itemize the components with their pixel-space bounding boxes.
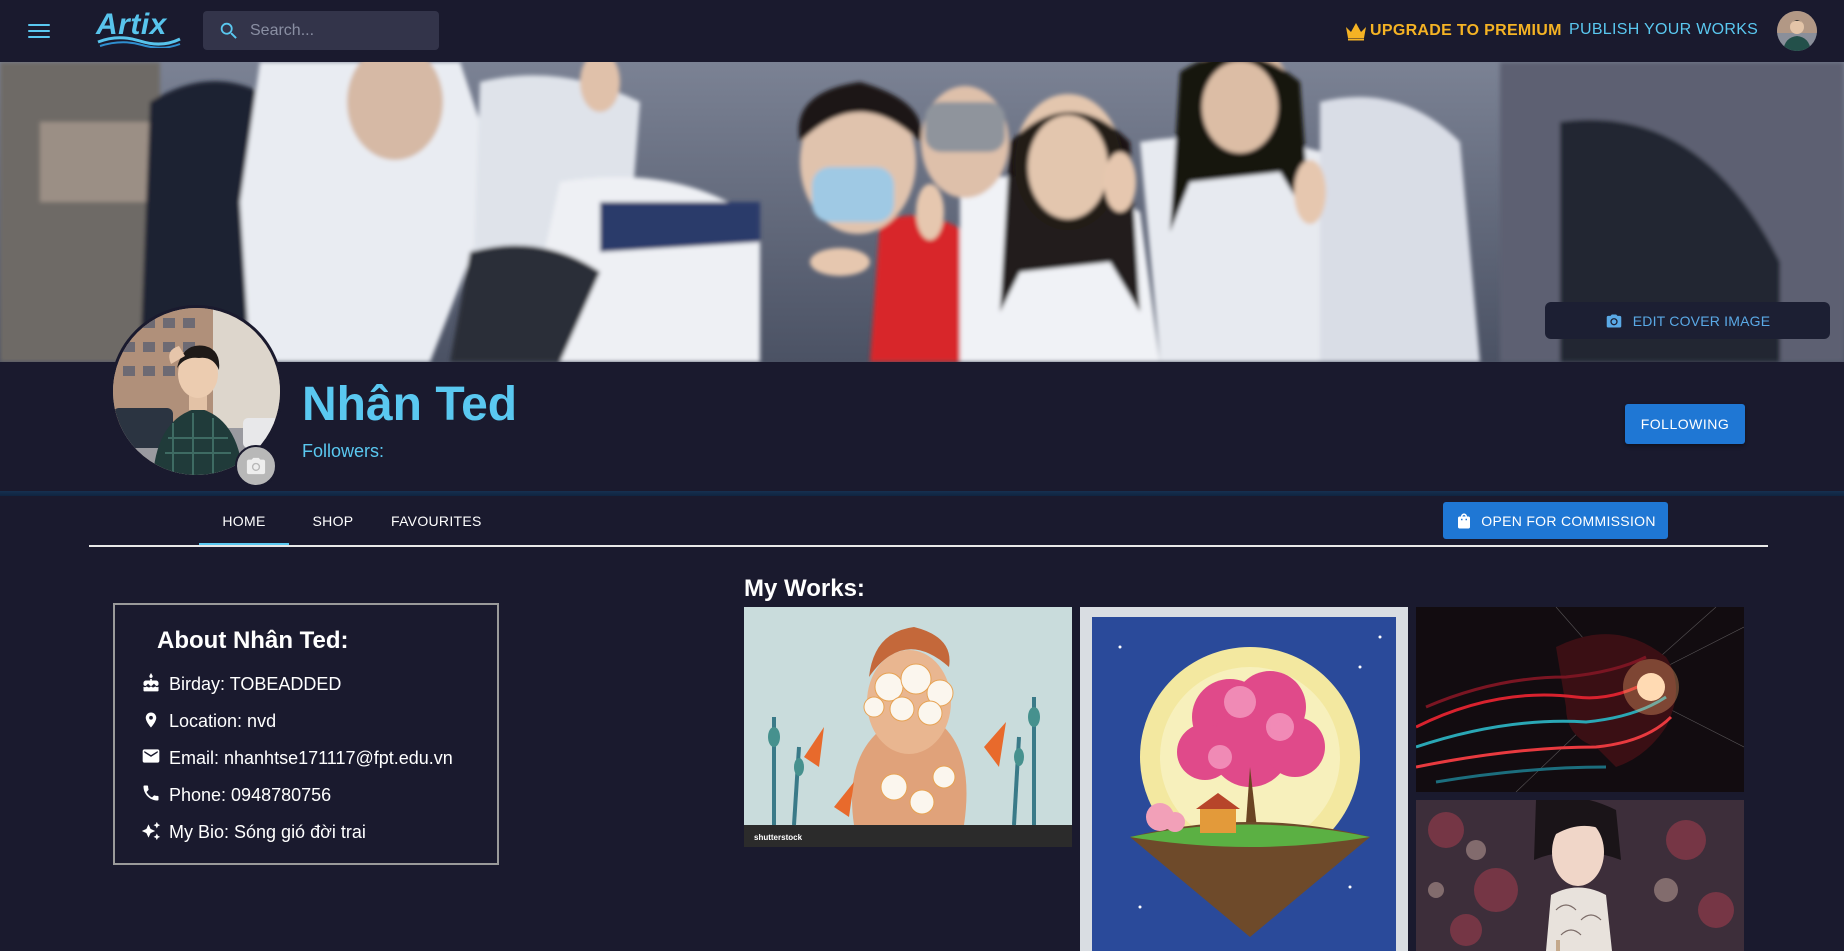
user-avatar[interactable] xyxy=(1777,11,1817,51)
about-birthday: Birday: TOBEADDED xyxy=(141,670,341,698)
top-app-bar: Artix UPGRADE TO PREMIUM PUBLISH YOUR WO… xyxy=(0,0,1844,62)
about-phone: Phone: 0948780756 xyxy=(141,781,331,809)
artwork-flower-portrait: shutterstock xyxy=(744,607,1072,847)
about-birthday-text: Birday: TOBEADDED xyxy=(169,673,342,694)
shopping-bag-icon xyxy=(1458,513,1471,528)
about-title: About Nhân Ted: xyxy=(157,627,349,654)
about-email: Email: nhanhtse171117@fpt.edu.vn xyxy=(141,744,453,772)
about-phone-text: Phone: 0948780756 xyxy=(169,784,332,805)
about-email-text: Email: nhanhtse171117@fpt.edu.vn xyxy=(169,747,453,768)
about-card: About Nhân Ted: Birday: TOBEADDED Locati… xyxy=(113,603,499,865)
artwork-floating-tree xyxy=(1080,607,1408,951)
works-title: My Works: xyxy=(744,575,865,602)
search-icon xyxy=(220,22,237,39)
tab-home[interactable]: HOME xyxy=(199,497,289,545)
work-thumbnail[interactable] xyxy=(1416,607,1744,792)
following-button[interactable]: FOLLOWING xyxy=(1625,404,1745,444)
about-bio: My Bio: Sóng gió đời trai xyxy=(141,818,366,846)
search-bar[interactable] xyxy=(203,11,439,50)
search-input[interactable] xyxy=(250,11,430,50)
about-location-text: Location: nvd xyxy=(169,710,277,731)
edit-cover-label: EDIT COVER IMAGE xyxy=(1632,312,1771,329)
edit-cover-button[interactable]: EDIT COVER IMAGE xyxy=(1545,302,1830,339)
upgrade-premium-link[interactable]: UPGRADE TO PREMIUM xyxy=(1344,18,1562,44)
watermark-text: shutterstock xyxy=(754,833,803,842)
cover-image: EDIT COVER IMAGE xyxy=(0,62,1844,362)
open-for-commission-button[interactable]: OPEN FOR COMMISSION xyxy=(1443,502,1668,539)
tab-shop[interactable]: SHOP xyxy=(303,497,363,545)
menu-icon[interactable] xyxy=(26,20,52,42)
logo-wave-icon xyxy=(97,36,181,48)
artwork-neon-head xyxy=(1416,607,1744,792)
sparkle-icon xyxy=(141,820,161,844)
work-thumbnail[interactable]: shutterstock xyxy=(744,607,1072,847)
camera-icon xyxy=(1606,313,1622,328)
work-thumbnail[interactable] xyxy=(1080,607,1408,951)
crown-icon xyxy=(1346,23,1366,41)
about-bio-text: My Bio: Sóng gió đời trai xyxy=(169,821,366,842)
artix-logo[interactable]: Artix xyxy=(96,8,182,48)
work-thumbnail[interactable] xyxy=(1416,800,1744,951)
mail-icon xyxy=(141,746,161,770)
followers-label: Followers: xyxy=(302,441,385,461)
artwork-ao-dai-woman xyxy=(1416,800,1744,951)
about-location: Location: nvd xyxy=(141,707,276,735)
profile-name: Nhân Ted xyxy=(302,378,518,431)
location-pin-icon xyxy=(141,709,161,733)
phone-icon xyxy=(141,783,161,807)
upgrade-premium-label: UPGRADE TO PREMIUM xyxy=(1370,22,1562,39)
avatar-image xyxy=(1777,11,1817,51)
publish-works-link[interactable]: PUBLISH YOUR WORKS xyxy=(1569,21,1758,39)
camera-icon xyxy=(246,457,266,475)
commission-label: OPEN FOR COMMISSION xyxy=(1481,512,1656,529)
divider xyxy=(0,491,1844,496)
cake-icon xyxy=(141,672,161,696)
tab-favourites[interactable]: FAVOURITES xyxy=(391,497,481,545)
change-avatar-button[interactable] xyxy=(235,445,277,487)
